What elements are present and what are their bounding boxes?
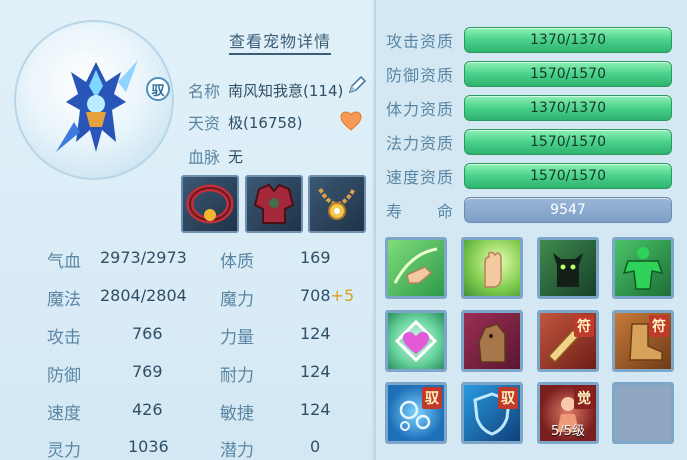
con-value: 169 xyxy=(300,248,331,267)
rock-golem-skill-icon xyxy=(478,323,506,363)
black-cat-skill-icon xyxy=(553,253,583,287)
hand-sweep-skill-icon xyxy=(393,247,438,284)
quality-row-defense: 防御资质 1570/1570 xyxy=(386,61,672,87)
sp-value: 1036 xyxy=(128,437,169,456)
quality-bar: 1370/1370 xyxy=(464,95,672,121)
mag-label: 魔力 xyxy=(220,290,254,310)
str-label: 力量 xyxy=(220,328,254,348)
quality-row-stamina: 体力资质 1370/1370 xyxy=(386,95,672,121)
ride-tag: 驭 xyxy=(498,387,518,409)
quality-row-attack: 攻击资质 1370/1370 xyxy=(386,27,672,53)
awaken-level: 5/5级 xyxy=(551,424,585,439)
pet-name-row: 名称 南风知我意(114) xyxy=(188,78,343,102)
spd-label: 速度 xyxy=(47,404,81,424)
hp-value: 2973/2973 xyxy=(100,248,187,267)
quality-bar: 1570/1570 xyxy=(464,129,672,155)
atk-label: 攻击 xyxy=(47,328,81,348)
talent-label: 天资 xyxy=(188,114,221,133)
quality-bar: 1570/1570 xyxy=(464,61,672,87)
life-bar: 9547 xyxy=(464,197,672,223)
heart-shield-skill-icon xyxy=(394,319,438,363)
panel-divider xyxy=(374,0,376,460)
quality-label: 法力资质 xyxy=(386,134,455,153)
hp-label: 气血 xyxy=(47,252,81,272)
mp-label: 魔法 xyxy=(47,290,81,310)
ride-badge: 驭 xyxy=(146,77,170,101)
con-label: 体质 xyxy=(220,252,254,272)
mag-bonus: +5 xyxy=(330,286,355,305)
mag-base: 708 xyxy=(300,286,331,305)
quality-label: 速度资质 xyxy=(386,168,455,187)
pet-talent-row: 天资 极(16758) xyxy=(188,110,302,134)
pet-bloodline-row: 血脉 无 xyxy=(188,144,243,168)
necklace-icon xyxy=(318,187,356,220)
pet-bloodline-value: 无 xyxy=(228,147,244,166)
end-value: 124 xyxy=(300,362,331,381)
skill-slot-4[interactable] xyxy=(612,237,674,299)
end-label: 耐力 xyxy=(220,366,254,386)
sp-label: 灵力 xyxy=(47,441,81,460)
mag-value: 708+5 xyxy=(300,286,354,305)
skill-slot-7[interactable]: 符 xyxy=(537,310,599,372)
quality-label: 体力资质 xyxy=(386,100,455,119)
pot-label: 潜力 xyxy=(220,441,254,460)
pet-model-icon xyxy=(56,60,138,152)
awaken-tag: 觉 xyxy=(574,387,594,409)
pet-name-value: 南风知我意(114) xyxy=(228,81,344,100)
quality-row-speed: 速度资质 1570/1570 xyxy=(386,163,672,189)
skill-slot-10[interactable]: 驭 xyxy=(461,382,523,444)
palm-skill-icon xyxy=(484,251,502,288)
agi-label: 敏捷 xyxy=(220,404,254,424)
quality-label: 攻击资质 xyxy=(386,32,455,51)
equip-slot-collar[interactable] xyxy=(181,175,239,233)
strong-body-skill-icon xyxy=(622,247,664,290)
skill-slot-11[interactable]: 觉 5/5级 xyxy=(537,382,599,444)
life-label: 寿 命 xyxy=(386,202,455,221)
spd-value: 426 xyxy=(132,400,163,419)
skill-slot-2[interactable] xyxy=(461,237,523,299)
quality-row-mana: 法力资质 1570/1570 xyxy=(386,129,672,155)
name-label: 名称 xyxy=(188,82,221,101)
ride-tag: 驭 xyxy=(422,387,442,409)
mp-value: 2804/2804 xyxy=(100,286,187,305)
pet-talent-value: 极(16758) xyxy=(228,113,303,132)
rune-tag: 符 xyxy=(649,315,669,337)
skill-slot-1[interactable] xyxy=(385,237,447,299)
skill-slot-5[interactable] xyxy=(385,310,447,372)
skill-slot-8[interactable]: 符 xyxy=(612,310,674,372)
view-pet-details-link[interactable]: 查看宠物详情 xyxy=(229,28,332,55)
skill-slot-6[interactable] xyxy=(461,310,523,372)
pot-value: 0 xyxy=(310,437,321,456)
armor-icon xyxy=(253,183,295,224)
rename-pencil-icon[interactable] xyxy=(346,74,368,96)
skill-slot-9[interactable]: 驭 xyxy=(385,382,447,444)
pet-portrait xyxy=(14,20,174,180)
bloodline-label: 血脉 xyxy=(188,148,221,167)
rune-tag: 符 xyxy=(574,315,594,337)
quality-label: 防御资质 xyxy=(386,66,455,85)
agi-value: 124 xyxy=(300,400,331,419)
skill-slot-empty[interactable] xyxy=(612,382,674,444)
equip-slot-necklace[interactable] xyxy=(308,175,366,233)
equip-slot-armor[interactable] xyxy=(245,175,303,233)
quality-bar: 1370/1370 xyxy=(464,27,672,53)
def-value: 769 xyxy=(132,362,163,381)
skill-slot-3[interactable] xyxy=(537,237,599,299)
atk-value: 766 xyxy=(132,324,163,343)
collar-icon xyxy=(186,184,234,224)
def-label: 防御 xyxy=(47,366,81,386)
favorite-heart-icon[interactable] xyxy=(340,111,362,131)
str-value: 124 xyxy=(300,324,331,343)
quality-row-lifespan: 寿 命 9547 xyxy=(386,197,672,223)
quality-bar: 1570/1570 xyxy=(464,163,672,189)
